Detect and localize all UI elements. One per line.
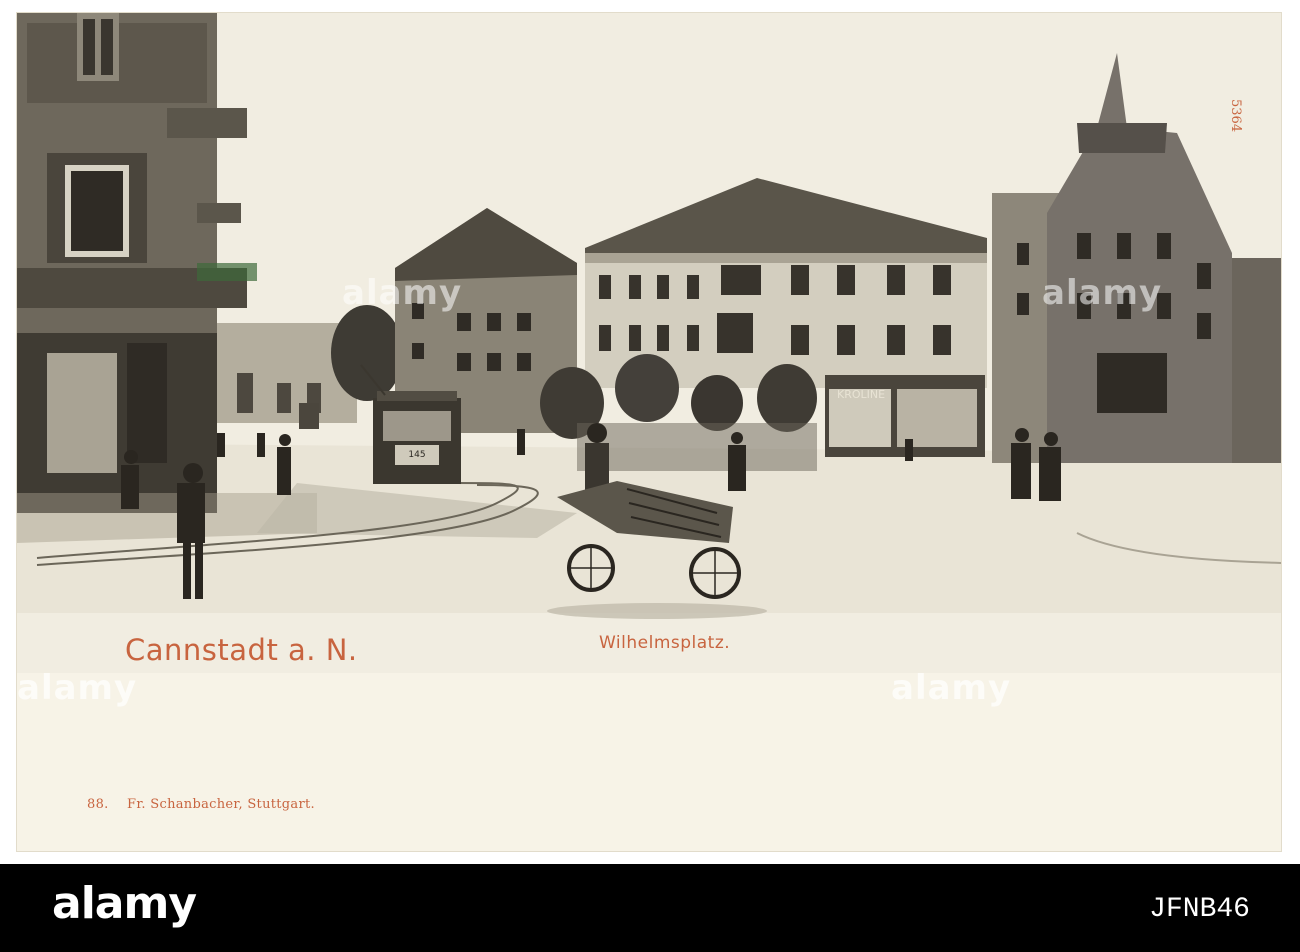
card-number: 5364 xyxy=(1228,99,1243,133)
publisher-line: 88. Fr. Schanbacher, Stuttgart. xyxy=(87,797,315,812)
street-photograph: KROLINE 145 xyxy=(17,13,1281,673)
publisher-name: Fr. Schanbacher, Stuttgart. xyxy=(127,797,315,812)
watermark-3: alamy xyxy=(17,668,138,708)
place-caption: Wilhelmsplatz. xyxy=(599,633,731,653)
stock-footer-bar: alamy JFNB46 xyxy=(0,864,1300,952)
watermark-1: alamy xyxy=(342,273,463,313)
publisher-number: 88. xyxy=(87,797,109,812)
watermark-4: alamy xyxy=(891,668,1012,708)
watermark-2: alamy xyxy=(1042,273,1163,313)
shop-sign: KROLINE xyxy=(837,388,885,401)
image-code: JFNB46 xyxy=(1149,894,1250,925)
postcard: KROLINE 145 alamy alamy alamy alamy Cann… xyxy=(16,12,1282,852)
footer-logo: alamy xyxy=(52,878,197,929)
tram-number: 145 xyxy=(408,450,425,460)
town-caption: Cannstadt a. N. xyxy=(125,633,358,667)
